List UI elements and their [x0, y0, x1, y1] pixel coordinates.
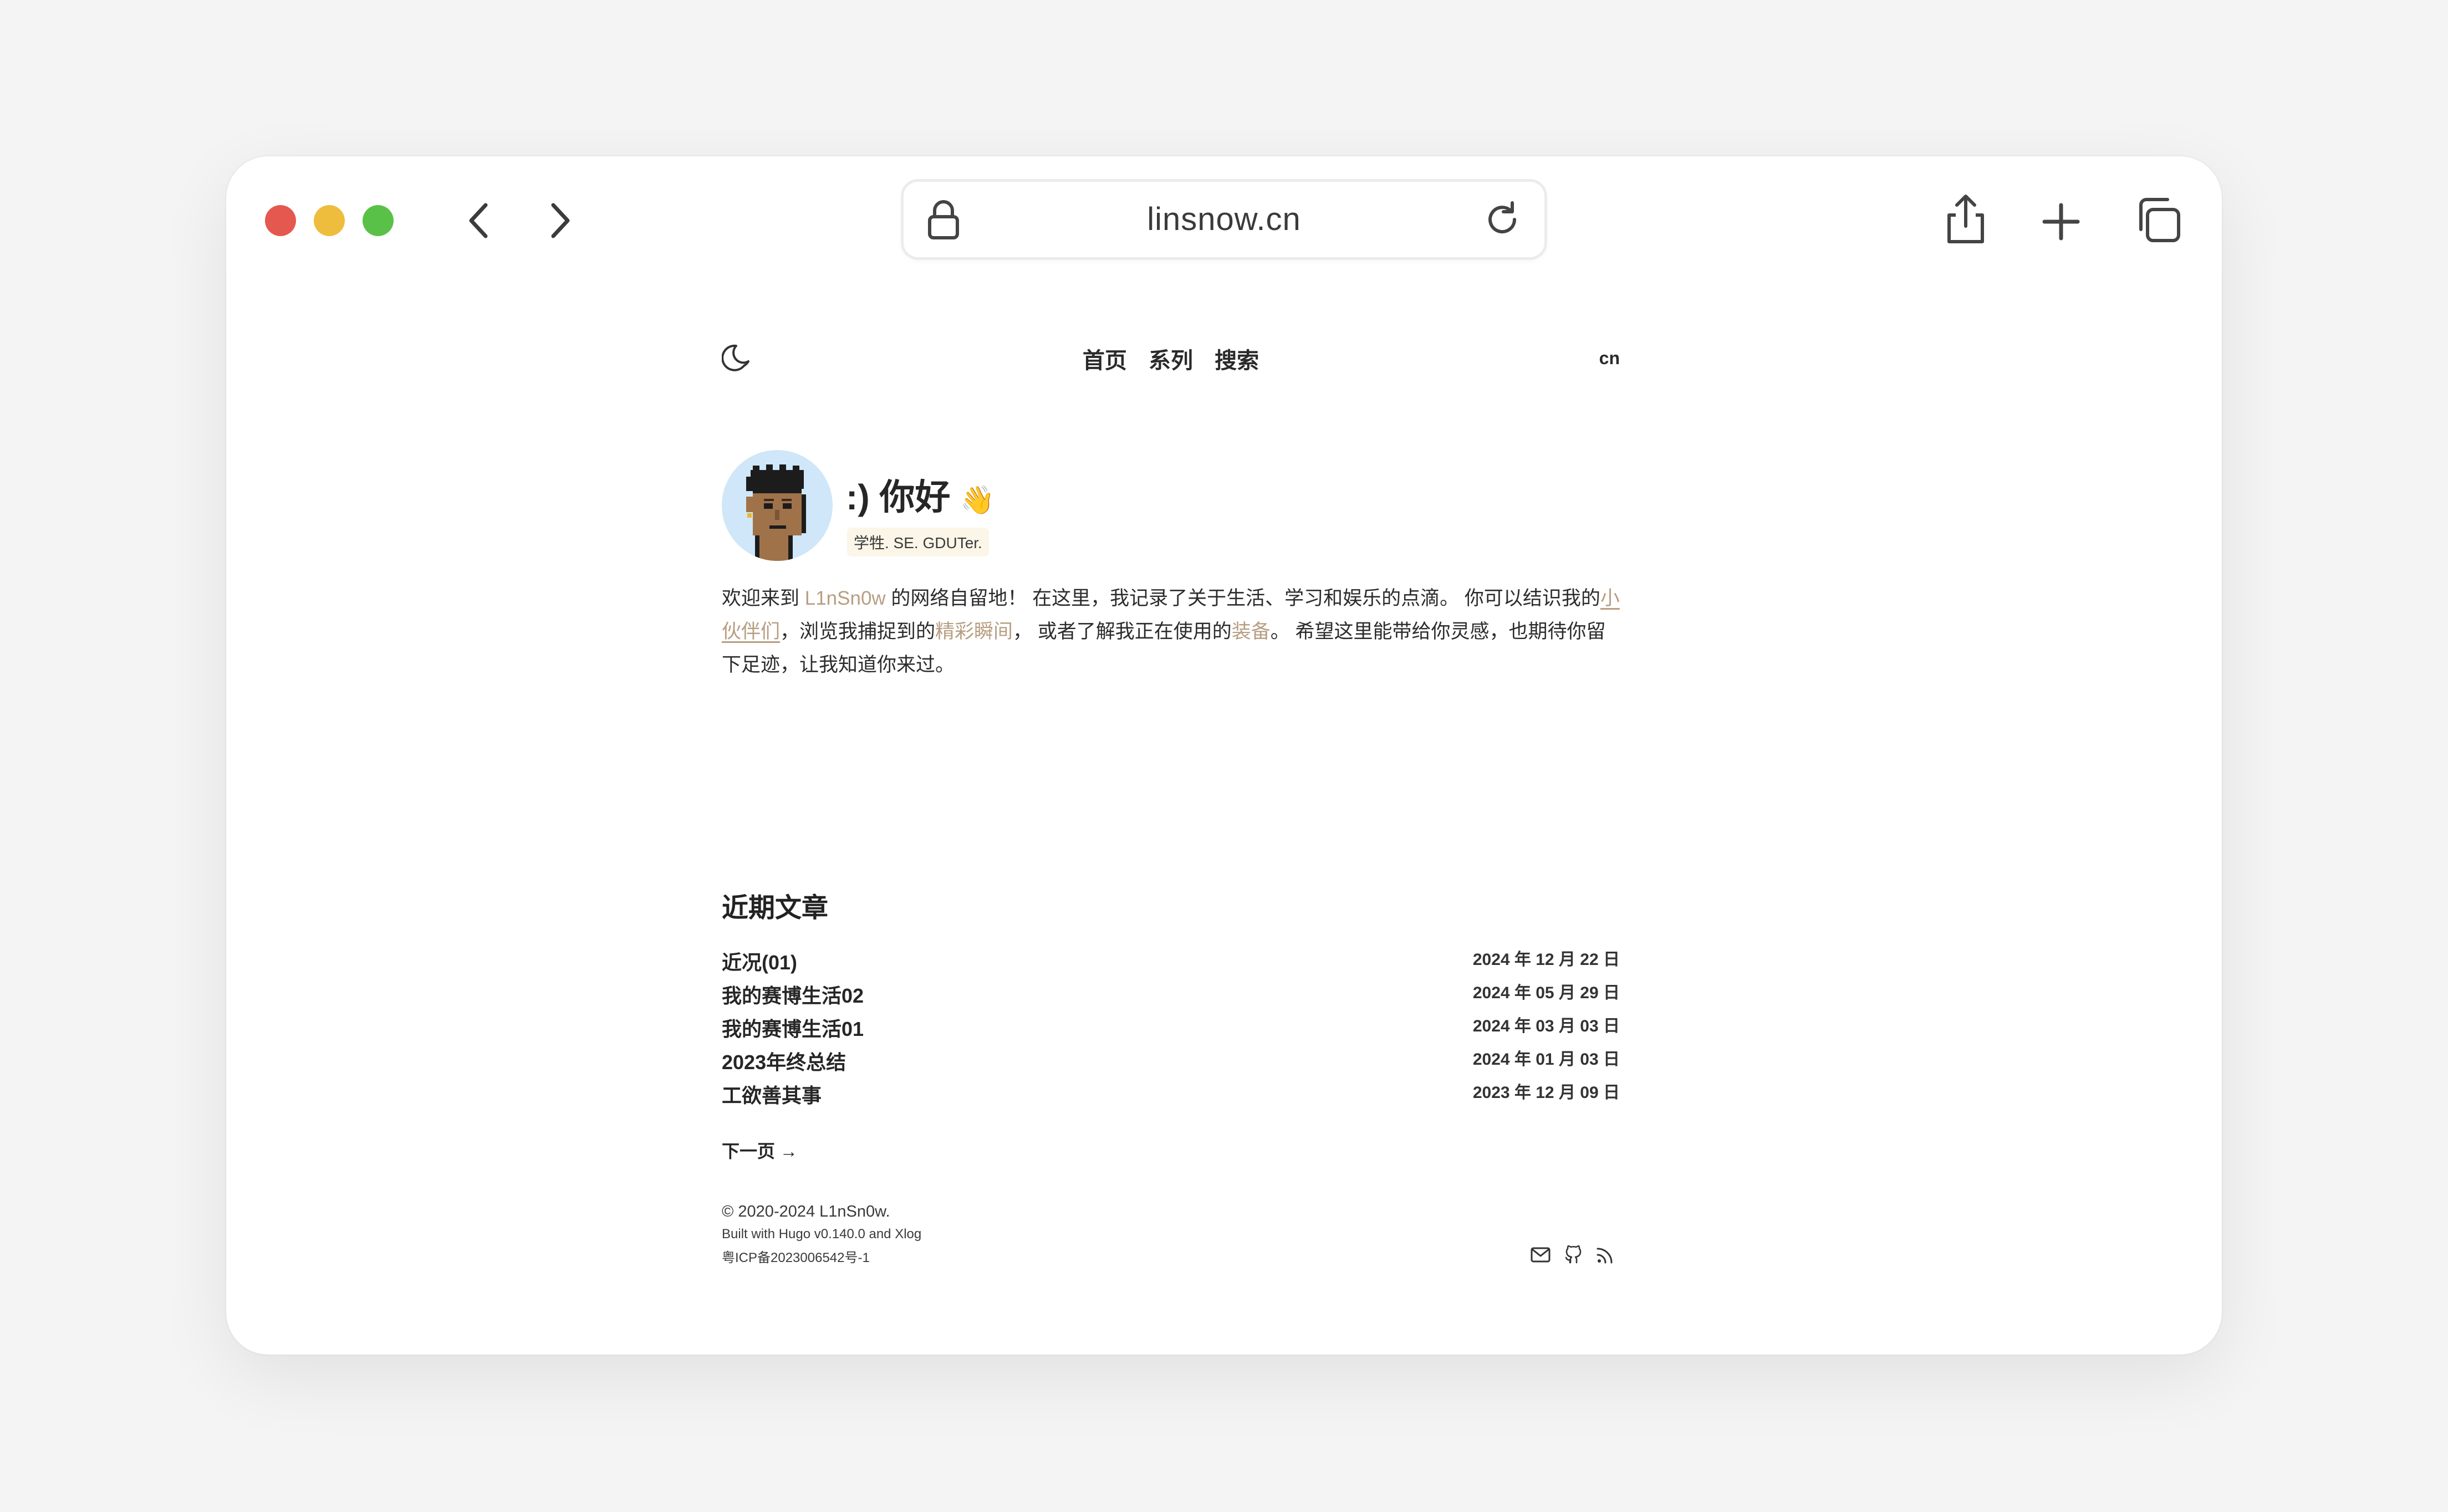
post-date: 2023 年 12 月 09 日: [1472, 1084, 1620, 1102]
new-tab-icon[interactable]: [2041, 202, 2081, 242]
list-item[interactable]: 我的赛博生活02 2024 年 05 月 29 日: [722, 978, 1620, 1011]
pixel-avatar-image: [746, 464, 806, 561]
forward-icon[interactable]: [544, 201, 575, 241]
post-date: 2024 年 03 月 03 日: [1472, 1017, 1620, 1035]
nav-home-link[interactable]: 首页: [1083, 349, 1127, 373]
url-text: linsnow.cn: [1147, 201, 1301, 237]
icp-link[interactable]: 粤ICP备2023006542号-1: [722, 1247, 1620, 1266]
footer: © 2020-2024 L1nSn0w. Built with Hugo v0.…: [722, 1203, 1620, 1266]
mail-icon[interactable]: [1529, 1244, 1552, 1266]
post-title[interactable]: 我的赛博生活02: [722, 980, 864, 1009]
site-name-link[interactable]: L1nSn0w: [805, 588, 886, 609]
intro-paragraph: 欢迎来到 L1nSn0w 的网络自留地！ 在这里，我记录了关于生活、学习和娱乐的…: [722, 582, 1620, 682]
tabs-overview-icon[interactable]: [2133, 195, 2183, 245]
post-date: 2024 年 05 月 29 日: [1472, 984, 1620, 1002]
greeting-text: :) 你好: [846, 477, 951, 517]
address-bar[interactable]: linsnow.cn: [904, 182, 1544, 257]
list-item[interactable]: 近况(01) 2024 年 12 月 22 日: [722, 944, 1620, 978]
list-item[interactable]: 工欲善其事 2023 年 12 月 09 日: [722, 1077, 1620, 1111]
post-title[interactable]: 我的赛博生活01: [722, 1013, 864, 1042]
post-title[interactable]: 工欲善其事: [722, 1080, 822, 1109]
post-title[interactable]: 近况(01): [722, 947, 797, 975]
intro-text-4: ， 或者了解我正在使用的: [1013, 621, 1232, 642]
zoom-window-button[interactable]: [363, 205, 394, 236]
browser-window: linsnow.cn 首页 系列 搜索 cn:) 你好 👋 学牲. SE. G…: [226, 156, 2222, 1355]
post-title[interactable]: 2023年终总结: [722, 1046, 846, 1075]
copyright-text: © 2020-2024 L1nSn0w.: [722, 1203, 890, 1220]
back-icon[interactable]: [463, 201, 494, 241]
greeting-heading: :) 你好 👋: [846, 469, 994, 520]
rss-icon[interactable]: [1594, 1244, 1616, 1266]
moments-link[interactable]: 精彩瞬间: [935, 621, 1013, 642]
gear-link[interactable]: 装备: [1232, 621, 1271, 642]
intro-text-3: ，浏览我捕捉到的: [780, 621, 936, 642]
list-item[interactable]: 我的赛博生活01 2024 年 03 月 03 日: [722, 1011, 1620, 1044]
github-icon[interactable]: [1562, 1244, 1584, 1266]
next-page-link[interactable]: 下一页 →: [722, 1137, 798, 1163]
social-links: [1522, 1244, 1616, 1269]
intro-text-2: 的网络自留地！ 在这里，我记录了关于生活、学习和娱乐的点滴。 你可以结识我的: [885, 588, 1600, 609]
share-icon[interactable]: [1944, 193, 1988, 246]
avatar: [722, 450, 833, 561]
post-date: 2024 年 12 月 22 日: [1472, 951, 1620, 969]
recent-posts-list: 近况(01) 2024 年 12 月 22 日 我的赛博生活02 2024 年 …: [722, 944, 1620, 1111]
list-item[interactable]: 2023年终总结 2024 年 01 月 03 日: [722, 1044, 1620, 1077]
nav-series-link[interactable]: 系列: [1149, 349, 1193, 373]
built-with-text: Built with Hugo v0.140.0 and Xlog: [722, 1227, 922, 1242]
main-nav: 首页 系列 搜索: [722, 343, 1620, 375]
language-switch[interactable]: cn: [1599, 348, 1620, 369]
wave-emoji: 👋: [960, 484, 995, 515]
close-window-button[interactable]: [265, 205, 296, 236]
intro-text-1: 欢迎来到: [722, 588, 805, 609]
reload-icon[interactable]: [1482, 200, 1522, 239]
tagline-badge: 学牲. SE. GDUTer.: [847, 528, 989, 556]
nav-search-link[interactable]: 搜索: [1215, 349, 1259, 373]
recent-posts-title: 近期文章: [722, 893, 829, 923]
post-date: 2024 年 01 月 03 日: [1472, 1050, 1620, 1069]
minimize-window-button[interactable]: [314, 205, 345, 236]
